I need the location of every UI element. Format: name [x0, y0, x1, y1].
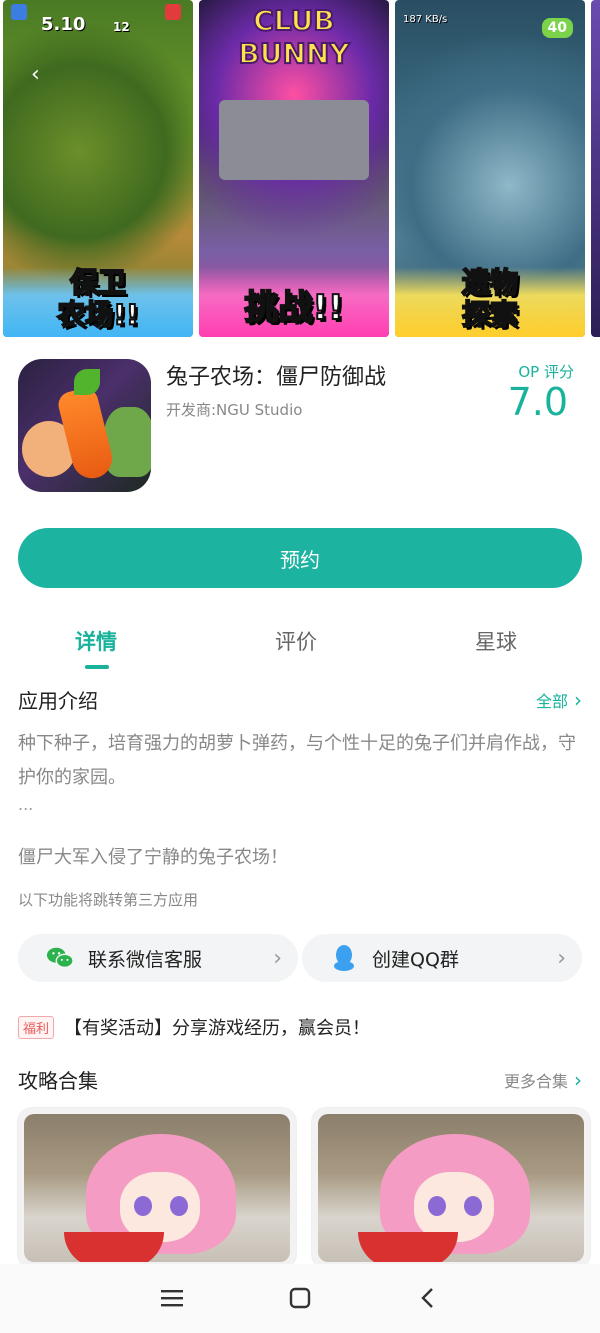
screenshot-caption-bottom: 农场!! — [56, 297, 140, 332]
screenshot-1[interactable]: 5.10 12 ‹ 保卫 农场!! — [3, 0, 193, 337]
menu-icon[interactable] — [156, 1282, 188, 1314]
network-speed: 187 KB/s — [403, 14, 448, 25]
score-value: 7.0 — [507, 380, 568, 424]
tab-planet[interactable]: 星球 — [475, 626, 517, 656]
guide-thumbnail — [24, 1114, 290, 1262]
arena-floor — [219, 100, 369, 180]
pause-icon — [11, 4, 27, 20]
app-title: 兔子农场：僵尸防御战 — [166, 365, 387, 390]
guide-card[interactable] — [312, 1108, 590, 1268]
character-eye — [428, 1196, 446, 1216]
level-badge: 40 — [541, 18, 573, 38]
carrot-leaf — [74, 369, 100, 395]
screenshot-4-peek[interactable] — [591, 0, 600, 337]
wechat-service-button[interactable]: 联系微信客服 › — [18, 934, 298, 982]
chevron-right-icon: › — [574, 688, 582, 712]
intro-description: 种下种子，培育强力的胡萝卜弹药，与个性十足的兔子们并肩作战，守护你的家园。 — [18, 733, 576, 788]
score-label: OP 评分 — [518, 363, 574, 381]
back-arrow-icon: ‹ — [31, 62, 40, 87]
screenshot-caption-bottom: 探索 — [461, 297, 519, 332]
screenshot-carousel[interactable]: 5.10 12 ‹ 保卫 农场!! CLUB BUNNY 挑战!! 187 KB… — [0, 0, 600, 340]
app-developer: 开发商:NGU Studio — [166, 401, 303, 419]
third-party-note: 以下功能将跳转第三方应用 — [18, 891, 199, 909]
intro-section-title: 应用介绍 — [18, 689, 98, 713]
noodle-bowl — [64, 1232, 164, 1262]
screenshot-3[interactable]: 187 KB/s 40 遗物 探索 — [395, 0, 585, 337]
reserve-button[interactable]: 预约 — [18, 528, 582, 588]
promo-row[interactable]: 福利 【有奖活动】分享游戏经历，赢会员！ — [18, 1014, 370, 1040]
welfare-badge: 福利 — [18, 1015, 55, 1039]
qq-group-label: 创建QQ群 — [372, 948, 459, 971]
chevron-right-icon: › — [273, 945, 282, 971]
back-icon[interactable] — [412, 1282, 444, 1314]
chevron-right-icon: › — [574, 1068, 582, 1092]
qq-icon — [330, 944, 358, 972]
tab-details[interactable]: 详情 — [75, 626, 117, 656]
character-eye — [134, 1196, 152, 1216]
zombie-character — [104, 407, 151, 477]
promo-text: 【有奖活动】分享游戏经历，赢会员！ — [64, 1018, 371, 1039]
wechat-service-label: 联系微信客服 — [88, 948, 203, 971]
app-icon — [18, 359, 151, 492]
intro-description-2: 僵尸大军入侵了宁静的兔子农场！ — [18, 847, 288, 868]
character-eye — [170, 1196, 188, 1216]
screenshot-caption: 挑战!! — [243, 287, 344, 329]
guides-more-link[interactable]: 更多合集 › — [504, 1068, 582, 1092]
intro-all-link[interactable]: 全部 › — [536, 688, 582, 712]
screenshot-2[interactable]: CLUB BUNNY 挑战!! — [199, 0, 389, 337]
wechat-icon — [46, 944, 74, 972]
character-eye — [464, 1196, 482, 1216]
intro-all-label: 全部 — [535, 692, 568, 711]
home-square-icon[interactable] — [284, 1282, 316, 1314]
guide-card[interactable] — [18, 1108, 296, 1268]
guides-section-title: 攻略合集 — [18, 1069, 98, 1093]
noodle-bowl — [358, 1232, 458, 1262]
intro-ellipsis: ... — [18, 795, 34, 814]
hud-timer: 5.10 — [41, 14, 86, 35]
qq-group-button[interactable]: 创建QQ群 › — [302, 934, 582, 982]
chevron-right-icon: › — [557, 945, 566, 971]
hud-counter: 12 — [113, 20, 130, 34]
guides-more-label: 更多合集 — [503, 1072, 568, 1091]
close-icon — [165, 4, 181, 20]
club-bunny-logo: CLUB BUNNY — [237, 3, 350, 71]
system-navigation-bar — [0, 1264, 600, 1333]
guide-thumbnail — [318, 1114, 584, 1262]
tab-reviews[interactable]: 评价 — [275, 626, 317, 656]
tab-active-indicator — [85, 665, 109, 669]
